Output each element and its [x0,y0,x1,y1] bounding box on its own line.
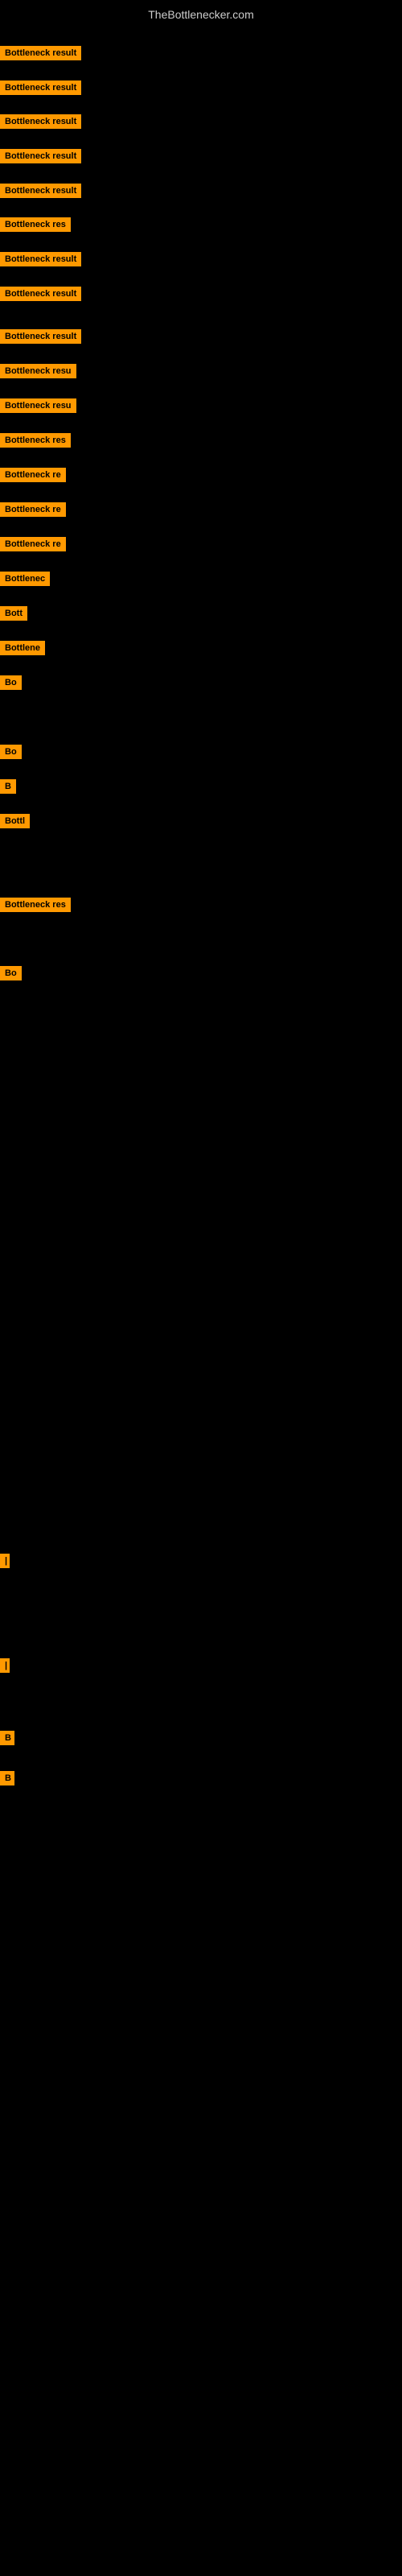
bottleneck-badge-16: Bott [0,606,27,625]
bottleneck-badge-2: Bottleneck result [0,114,81,133]
bottleneck-badge-7: Bottleneck result [0,287,81,305]
bottleneck-badge-24: | [0,1554,10,1572]
bottleneck-badge-18: Bo [0,675,22,694]
bottleneck-badge-4: Bottleneck result [0,184,81,202]
bottleneck-badge-3: Bottleneck result [0,149,81,167]
bottleneck-badge-9: Bottleneck resu [0,364,76,382]
bottleneck-badge-27: B [0,1771,14,1790]
bottleneck-badge-11: Bottleneck res [0,433,71,452]
bottleneck-badge-19: Bo [0,745,22,763]
bottleneck-badge-6: Bottleneck result [0,252,81,270]
bottleneck-badge-5: Bottleneck res [0,217,71,236]
bottleneck-badge-1: Bottleneck result [0,80,81,99]
bottleneck-badge-12: Bottleneck re [0,468,66,486]
bottleneck-badge-10: Bottleneck resu [0,398,76,417]
bottleneck-badge-25: | [0,1658,10,1677]
bottleneck-badge-17: Bottlene [0,641,45,659]
bottleneck-badge-22: Bottleneck res [0,898,71,916]
bottleneck-badge-23: Bo [0,966,22,985]
bottleneck-badge-8: Bottleneck result [0,329,81,348]
bottleneck-badge-13: Bottleneck re [0,502,66,521]
bottleneck-badge-0: Bottleneck result [0,46,81,64]
bottleneck-badge-15: Bottlenec [0,572,50,590]
bottleneck-badge-21: Bottl [0,814,30,832]
bottleneck-badge-20: B [0,779,16,798]
bottleneck-badge-26: B [0,1731,14,1749]
bottleneck-badge-14: Bottleneck re [0,537,66,555]
